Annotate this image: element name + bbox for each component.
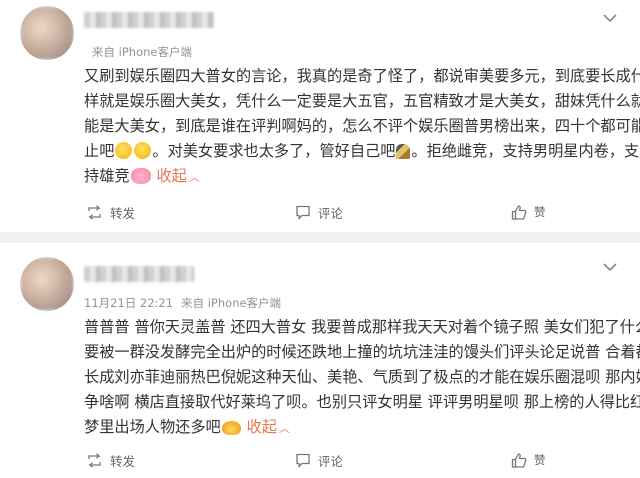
comment-line: 持雄竞 收起 ︿ (84, 164, 618, 190)
collapse-link[interactable]: 收起 ︿ (156, 167, 199, 185)
comment-source: 来自 iPhone客户端 (181, 296, 282, 310)
comment-meta: 来自 iPhone客户端 (84, 44, 192, 60)
comment-line: 长成刘亦菲迪丽热巴倪妮这种天仙、美艳、气质到了极点的才能在娱乐圈混呗 那内娱还 (84, 368, 640, 386)
repost-icon (88, 204, 101, 220)
comment-line-segment: 。拒绝雌竞，支持男明星内卷，支 (411, 142, 640, 160)
comment-card: 来自 iPhone客户端 又刷到娱乐圈四大普女的言论，我真的是奇了怪了，都说审美… (0, 0, 640, 232)
nail-polish-emoji-icon (396, 144, 411, 159)
comment-source: 来自 iPhone客户端 (92, 45, 192, 59)
repost-button[interactable]: 转发 (86, 201, 135, 223)
comment-line-segment: 止吧 (84, 142, 115, 160)
repost-button[interactable]: 转发 (86, 449, 135, 471)
comment-line-segment: 梦里出场人物还多吧 (84, 418, 221, 436)
repost-label: 转发 (110, 453, 136, 469)
more-options-chevron-icon[interactable] (602, 262, 618, 272)
smile-emoji-icon (115, 142, 133, 159)
comment-line: 争啥啊 横店直接取代好莱坞了呗。也别只评女明星 评评男明星呗 那上榜的人得比红楼 (84, 393, 640, 411)
collapse-label: 收起 (246, 418, 277, 436)
collapse-link[interactable]: 收起 ︿ (247, 418, 290, 436)
comment-body: 普普普 普你天灵盖普 还四大普女 我要普成那样我天天对着个镜子照 美女们犯了什么… (84, 315, 640, 441)
comment-line-segment: 持雄竞 (84, 167, 130, 185)
comment-line: 样就是娱乐圈大美女，凭什么一定要是大五官，五官精致才是大美女，甜妹凭什么就不 (84, 92, 640, 110)
comment-line: 梦里出场人物还多吧 收起 ︿ (84, 415, 618, 441)
comment-line: 普普普 普你天灵盖普 还四大普女 我要普成那样我天天对着个镜子照 美女们犯了什么… (84, 318, 640, 336)
repost-icon (88, 452, 101, 468)
comment-label: 评论 (318, 453, 344, 469)
more-options-chevron-icon[interactable] (602, 13, 618, 23)
collapse-label: 收起 (156, 167, 187, 185)
claw-hands-emoji-icon (221, 421, 241, 435)
comment-button[interactable]: 评论 (295, 449, 343, 471)
smile-emoji-icon (134, 142, 152, 159)
thumbs-up-icon (511, 452, 527, 468)
action-bar: 转发 评论 赞 (0, 449, 640, 471)
comment-line: 要被一群没发酵完全出炉的时候还跌地上撞的坑坑洼洼的馒头们评头论足说普 合着都得 (84, 343, 640, 361)
comment-line: 止吧 。对美女要求也太多了，管好自己吧 。拒绝雌竞，支持男明星内卷，支 (84, 139, 639, 164)
comment-line: 能是大美女，到底是谁在评判啊妈的，怎么不评个娱乐圈普男榜出来，四十个都可能不 (84, 117, 640, 135)
comment-body: 又刷到娱乐圈四大普女的言论，我真的是奇了怪了，都说审美要多元，到底要长成什么 样… (84, 64, 640, 190)
comment-label: 评论 (318, 205, 344, 221)
comment-icon (296, 453, 310, 468)
comment-meta: 11月21日 22:21 来自 iPhone客户端 (84, 295, 281, 311)
like-label: 赞 (534, 453, 546, 467)
avatar[interactable] (20, 257, 74, 311)
like-button[interactable]: 赞 (511, 449, 546, 471)
chevron-up-icon: ︿ (278, 422, 290, 435)
thumbs-up-icon (511, 204, 527, 220)
chevron-up-icon: ︿ (188, 171, 200, 184)
author-name-blurred[interactable] (84, 266, 194, 282)
like-label: 赞 (534, 205, 546, 219)
comment-button[interactable]: 评论 (295, 201, 343, 223)
comment-icon (296, 205, 310, 220)
avatar[interactable] (20, 6, 74, 60)
action-bar: 转发 评论 赞 (0, 201, 640, 223)
repost-label: 转发 (110, 205, 136, 221)
comment-timestamp: 11月21日 22:21 (84, 296, 174, 310)
pig-emoji-icon (130, 168, 151, 184)
author-name-blurred[interactable] (84, 12, 214, 28)
comment-line: 又刷到娱乐圈四大普女的言论，我真的是奇了怪了，都说审美要多元，到底要长成什么 (84, 67, 640, 85)
like-button[interactable]: 赞 (511, 201, 546, 223)
comment-line-segment: 。对美女要求也太多了，管好自己吧 (152, 142, 396, 160)
